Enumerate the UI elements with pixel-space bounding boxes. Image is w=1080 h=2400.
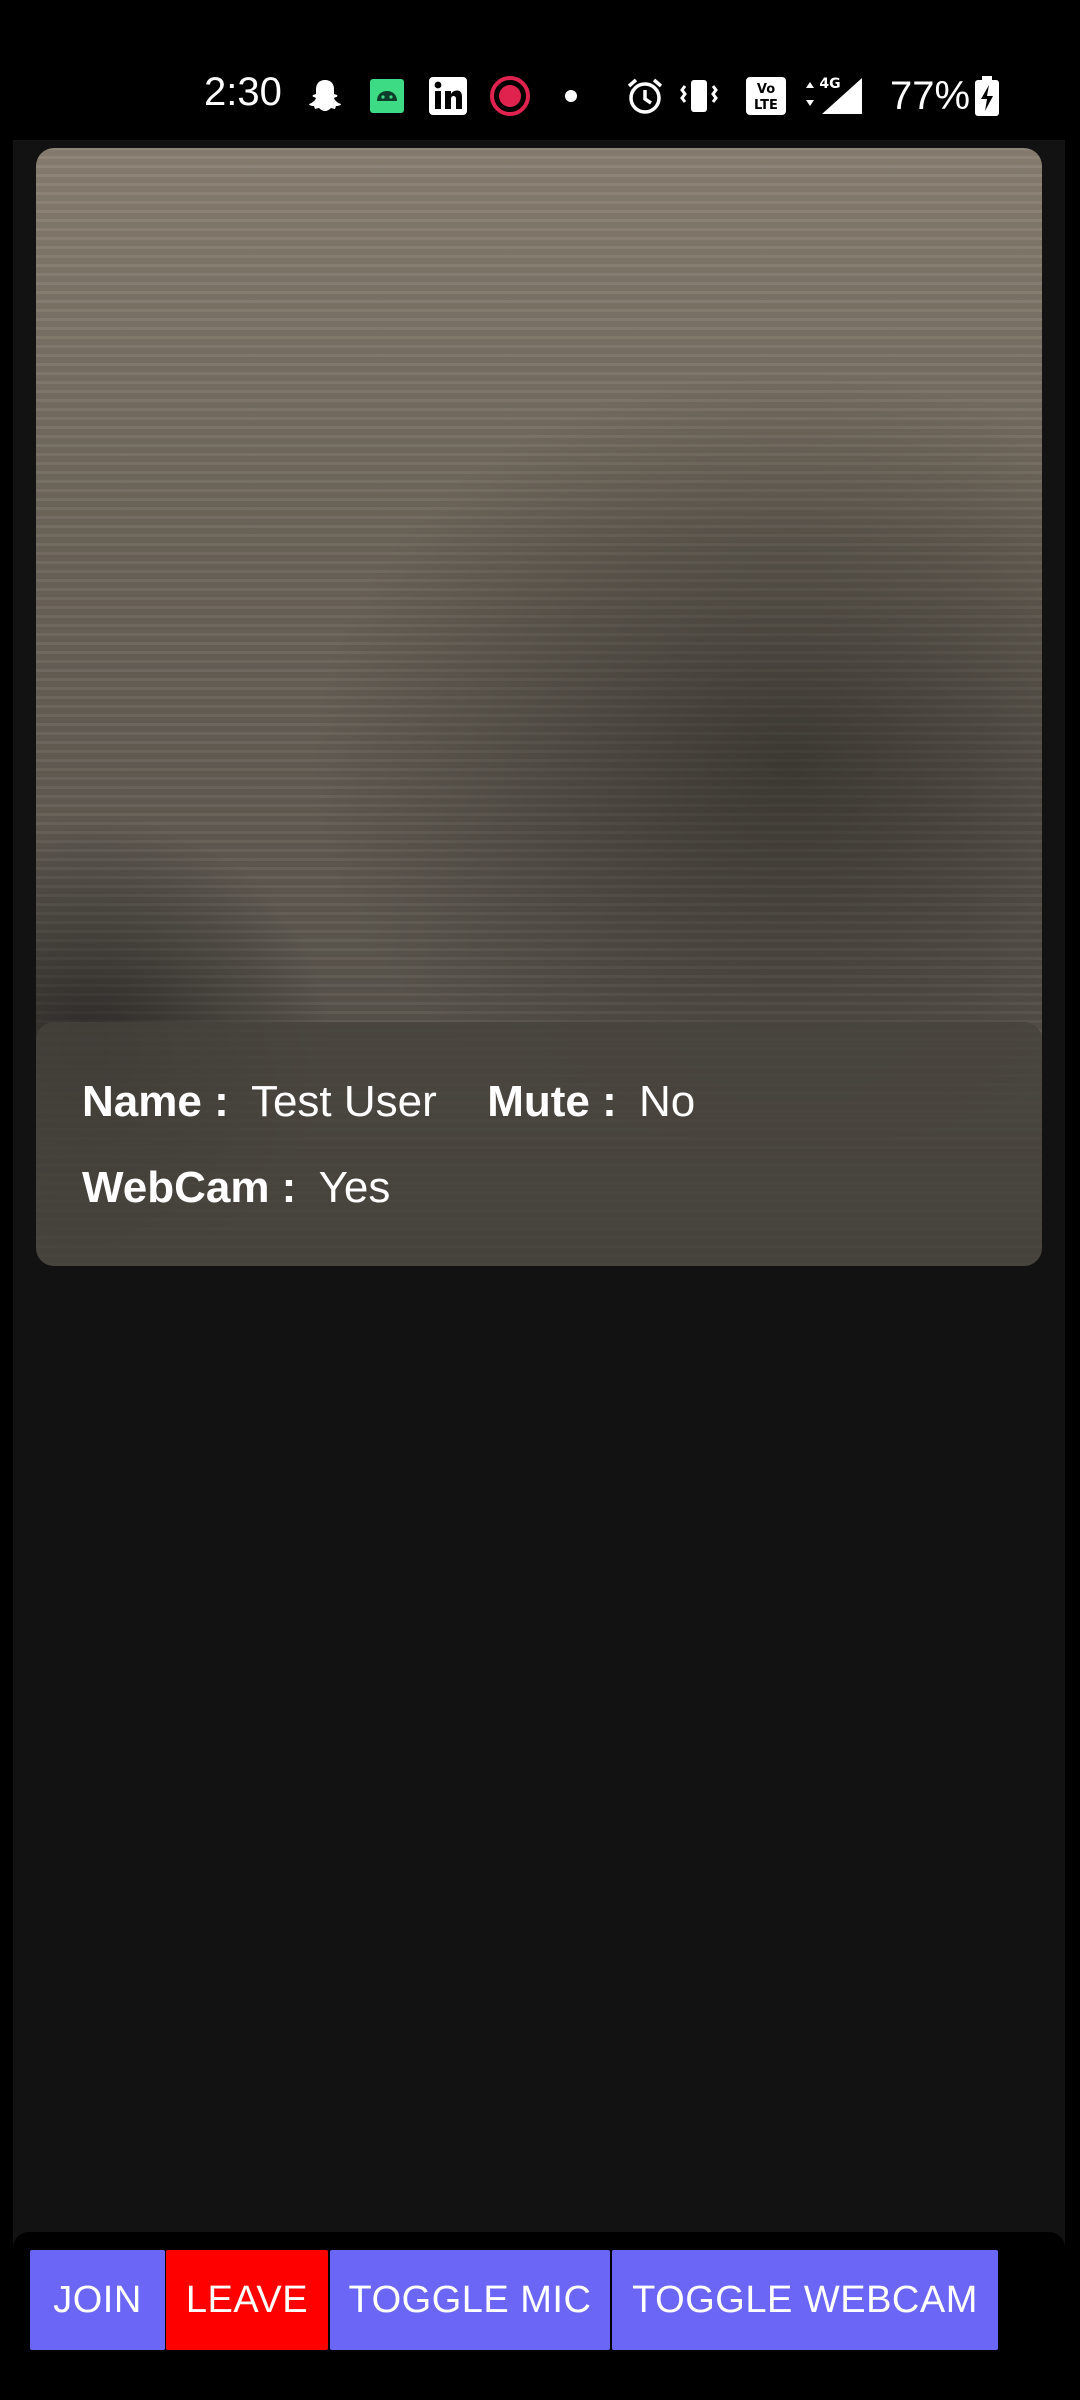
webcam-label: WebCam :: [82, 1163, 297, 1212]
svg-text:LTE: LTE: [754, 98, 778, 113]
mute-label: Mute :: [487, 1077, 617, 1126]
status-bar: 2:30 Vo LTE 4G 77%: [0, 0, 1080, 140]
vibrate-icon: [676, 74, 722, 118]
linkedin-icon: [426, 74, 470, 118]
participant-video-tile[interactable]: Name : Test User Mute : No WebCam : Yes: [36, 148, 1042, 1266]
controls-toolbar: JOIN LEAVE TOGGLE MIC TOGGLE WEBCAM: [13, 2232, 1065, 2400]
snapchat-icon: [302, 74, 348, 118]
toggle-webcam-button[interactable]: TOGGLE WEBCAM: [612, 2250, 998, 2350]
meeting-view: Name : Test User Mute : No WebCam : Yes: [13, 140, 1065, 2400]
toggle-mic-button[interactable]: TOGGLE MIC: [330, 2250, 610, 2350]
svg-text:Vo: Vo: [757, 82, 775, 97]
signal-4g-icon: 4G: [800, 74, 866, 118]
webcam-value: Yes: [318, 1163, 391, 1212]
dot-icon: [560, 74, 582, 118]
participant-info-row-1: Name : Test User Mute : No: [82, 1080, 695, 1124]
battery-charging-icon: [970, 74, 1004, 118]
participant-info-row-2: WebCam : Yes: [82, 1166, 390, 1210]
screen-record-icon: [488, 74, 532, 118]
join-button[interactable]: JOIN: [30, 2250, 165, 2350]
screen: 2:30 Vo LTE 4G 77% Name: Test User Mute…: [0, 0, 1080, 2400]
alarm-icon: [624, 74, 666, 118]
battery-percentage: 77%: [890, 74, 971, 118]
android-icon: [366, 74, 408, 118]
mute-value: No: [639, 1077, 696, 1126]
status-time: 2:30: [204, 70, 282, 114]
name-value: Test User: [250, 1077, 437, 1126]
leave-button[interactable]: LEAVE: [166, 2250, 328, 2350]
svg-text:4G: 4G: [819, 76, 840, 92]
participant-info-overlay: Name : Test User Mute : No WebCam : Yes: [36, 1022, 1042, 1266]
name-label: Name :: [82, 1077, 229, 1126]
volte-icon: Vo LTE: [744, 74, 788, 118]
